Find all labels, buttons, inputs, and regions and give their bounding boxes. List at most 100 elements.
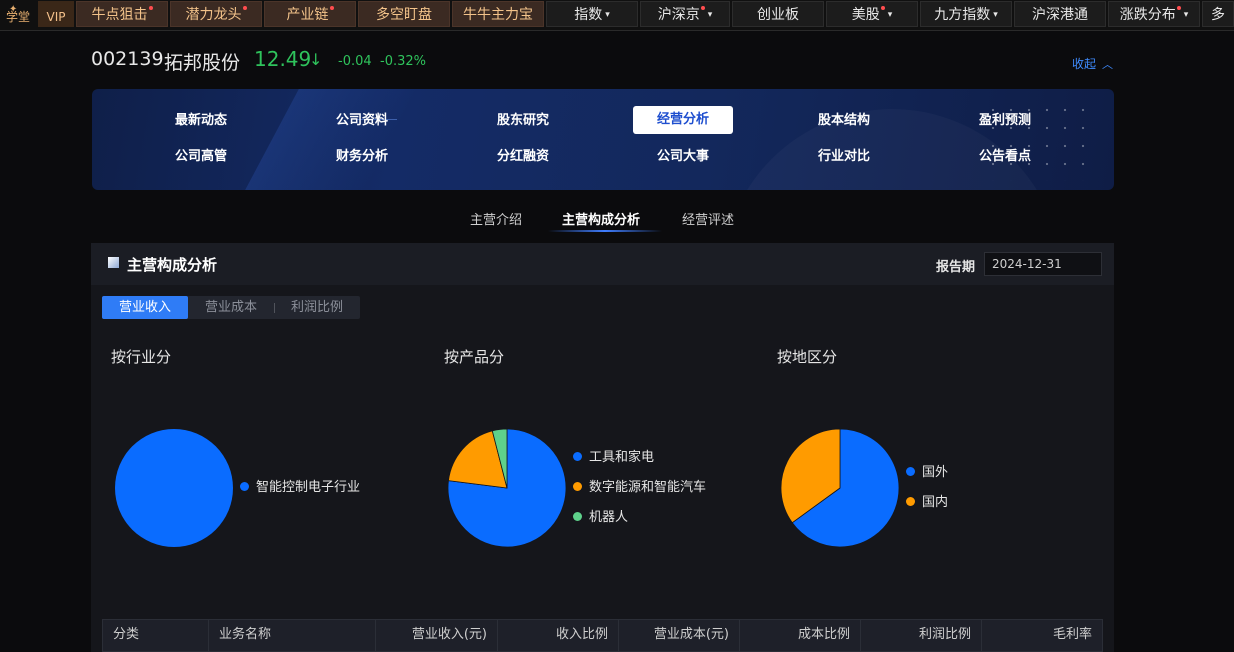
menu-item-company-profile[interactable]: 公司资料 xyxy=(312,107,412,135)
card-header: 主营构成分析 报告期 xyxy=(91,243,1114,285)
legend-item[interactable]: 数字能源和智能汽车 xyxy=(573,479,706,497)
column-header-revenue-ratio[interactable]: 收入比例 xyxy=(498,620,619,651)
cube-icon xyxy=(108,257,119,268)
new-dot-icon xyxy=(242,6,247,10)
column-header-category[interactable]: 分类 xyxy=(103,620,209,651)
nav-item-niudian[interactable]: 牛点狙击 xyxy=(76,1,168,27)
legend-item[interactable]: 工具和家电 xyxy=(573,449,654,467)
chevron-down-icon: ▾ xyxy=(1183,10,1189,20)
chevron-down-icon: ▾ xyxy=(887,10,893,20)
composition-card: 主营构成分析 报告期 营业收入 营业成本 利润比例 按行业分 智能控制电子行业 … xyxy=(91,243,1114,652)
legend-swatch xyxy=(573,512,582,521)
nav-item-zhangdie[interactable]: 涨跌分布 ▾ xyxy=(1108,1,1200,27)
nav-item-qianli[interactable]: 潜力龙头 xyxy=(170,1,262,27)
menu-item-latest[interactable]: 最新动态 xyxy=(151,107,251,135)
chart-title-region: 按地区分 xyxy=(777,348,838,366)
menu-item-major-events[interactable]: 公司大事 xyxy=(633,143,733,171)
new-dot-icon xyxy=(148,6,153,10)
legend-item[interactable]: 国内 xyxy=(906,494,948,512)
menu-item-equity-structure[interactable]: 股本结构 xyxy=(794,107,894,135)
nav-item-more[interactable]: 多 xyxy=(1202,1,1234,27)
column-header-revenue[interactable]: 营业收入(元) xyxy=(376,620,498,651)
stock-code: 002139 xyxy=(91,48,164,70)
nav-item-zhishu[interactable]: 指数 ▾ xyxy=(546,1,638,27)
menu-item-shareholders[interactable]: 股东研究 xyxy=(473,107,573,135)
pie-slice[interactable] xyxy=(115,429,233,547)
column-header-cost[interactable]: 营业成本(元) xyxy=(619,620,740,651)
legend-swatch xyxy=(906,467,915,476)
menu-item-earnings-forecast[interactable]: 盈利预测 xyxy=(955,107,1055,135)
new-dot-icon xyxy=(1176,6,1181,10)
legend-item[interactable]: 国外 xyxy=(906,464,948,482)
legend-label: 工具和家电 xyxy=(589,450,655,465)
nav-item-label: 潜力龙头 xyxy=(185,7,242,23)
segment-revenue[interactable]: 营业收入 xyxy=(102,296,188,319)
menu-item-announcements[interactable]: 公告看点 xyxy=(955,143,1055,171)
stock-price: 12.49 xyxy=(254,47,312,71)
nav-item-label: 沪深港通 xyxy=(1032,7,1088,23)
segment-profit-ratio[interactable]: 利润比例 xyxy=(274,296,360,319)
segment-cost[interactable]: 营业成本 xyxy=(188,296,274,319)
legend-swatch xyxy=(906,497,915,506)
nav-item-label: 多 xyxy=(1211,7,1225,23)
nav-item-label: 多空盯盘 xyxy=(376,7,432,23)
price-change: -0.04 xyxy=(338,54,372,69)
collapse-button[interactable]: 收起 ︿ xyxy=(1072,55,1113,72)
report-period-label: 报告期 xyxy=(936,260,976,275)
chevron-down-icon: ▾ xyxy=(707,10,713,20)
column-header-gross-margin[interactable]: 毛利率 xyxy=(982,620,1102,651)
nav-xuetang-label: 学堂 xyxy=(5,10,30,24)
active-tab-underline xyxy=(548,230,662,232)
legend-label: 国外 xyxy=(922,465,949,480)
nav-item-chuangyeban[interactable]: 创业板 xyxy=(732,1,824,27)
report-period-select[interactable] xyxy=(984,252,1102,276)
chevron-down-icon: ▾ xyxy=(993,10,998,20)
menu-item-operation-analysis[interactable]: 经营分析 xyxy=(633,106,733,134)
menu-item-dividends[interactable]: 分红融资 xyxy=(473,143,573,171)
column-header-business-name[interactable]: 业务名称 xyxy=(209,620,376,651)
new-dot-icon xyxy=(880,6,885,10)
legend-label: 机器人 xyxy=(589,510,629,525)
chevron-down-icon: ▾ xyxy=(605,10,610,20)
nav-item-jiufang[interactable]: 九方指数 ▾ xyxy=(920,1,1012,27)
table-header: 分类 业务名称 营业收入(元) 收入比例 营业成本(元) 成本比例 利润比例 毛… xyxy=(102,619,1103,652)
nav-xuetang[interactable]: ✦ 学堂 xyxy=(0,1,36,27)
new-dot-icon xyxy=(700,6,705,10)
chart-title-industry: 按行业分 xyxy=(111,348,172,366)
nav-vip[interactable]: VIP xyxy=(38,1,74,27)
nav-vip-label: VIP xyxy=(46,10,66,24)
nav-item-chanyelian[interactable]: 产业链 xyxy=(264,1,356,27)
price-change-percent: -0.32% xyxy=(380,54,426,69)
stock-name: 拓邦股份 xyxy=(164,52,241,74)
nav-item-hushenjing[interactable]: 沪深京 ▾ xyxy=(640,1,730,27)
top-navigation: ✦ 学堂 VIP 牛点狙击 潜力龙头 产业链 多空盯盘 牛牛主力宝 指数 ▾ 沪深… xyxy=(0,0,1234,31)
menu-item-industry-compare[interactable]: 行业对比 xyxy=(794,143,894,171)
column-header-cost-ratio[interactable]: 成本比例 xyxy=(740,620,861,651)
menu-item-executives[interactable]: 公司高管 xyxy=(151,143,251,171)
nav-item-label: 九方指数 xyxy=(934,7,991,23)
subtab-main-business-intro[interactable]: 主营介绍 xyxy=(470,209,522,228)
nav-item-niuniu[interactable]: 牛牛主力宝 xyxy=(452,1,544,27)
column-header-profit-ratio[interactable]: 利润比例 xyxy=(861,620,982,651)
nav-item-hushengangtong[interactable]: 沪深港通 xyxy=(1014,1,1106,27)
legend-swatch xyxy=(573,452,582,461)
nav-item-label: 美股 xyxy=(851,7,880,23)
legend-label: 数字能源和智能汽车 xyxy=(589,480,707,495)
down-arrow-icon: ↓ xyxy=(309,50,323,69)
menu-item-financial-analysis[interactable]: 财务分析 xyxy=(312,143,412,171)
subtab-operation-review[interactable]: 经营评述 xyxy=(682,209,734,228)
legend-swatch xyxy=(573,482,582,491)
nav-item-meigu[interactable]: 美股 ▾ xyxy=(826,1,918,27)
subtab-main-composition[interactable]: 主营构成分析 xyxy=(562,209,640,228)
legend-label: 国内 xyxy=(922,495,949,510)
nav-item-duokong[interactable]: 多空盯盘 xyxy=(358,1,450,27)
metric-segment-control: 营业收入 营业成本 利润比例 xyxy=(102,296,360,319)
nav-item-label: 产业链 xyxy=(286,7,329,23)
nav-item-label: 沪深京 xyxy=(657,7,700,23)
nav-item-label: 牛牛主力宝 xyxy=(463,7,533,23)
new-dot-icon xyxy=(329,6,334,10)
legend-item[interactable]: 机器人 xyxy=(573,509,628,527)
nav-item-label: 指数 xyxy=(574,7,603,23)
legend-item[interactable]: 智能控制电子行业 xyxy=(240,479,360,497)
f10-menu-panel: 最新动态 公司资料 股东研究 经营分析 股本结构 盈利预测 公司高管 财务分析 … xyxy=(92,89,1114,190)
